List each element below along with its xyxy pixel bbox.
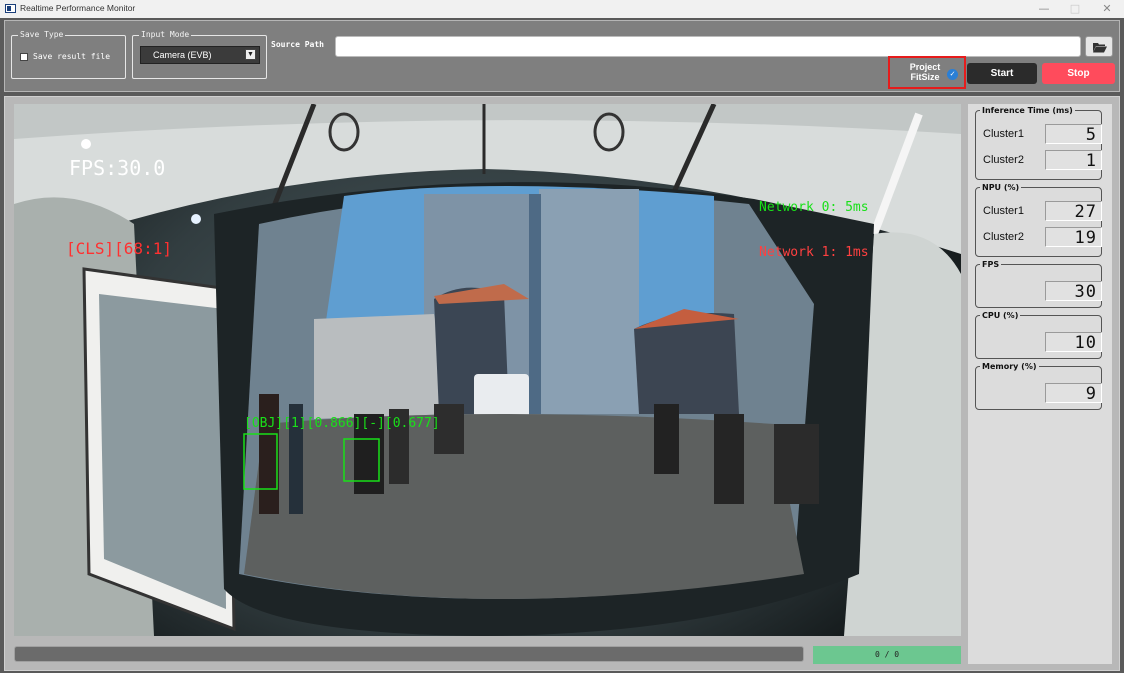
npu-cluster1-value: 27 [1045,201,1102,222]
start-button[interactable]: Start [967,63,1037,84]
npu-cluster1-label: Cluster1 [983,205,1024,217]
browse-folder-button[interactable] [1085,36,1113,57]
npu-cluster2-value: 19 [1045,227,1102,248]
npu-title: NPU (%) [980,182,1022,193]
save-result-label: Save result file [33,52,111,61]
input-mode-group: Input Mode Camera (EVB) ▼ [132,30,267,79]
progress-bar [14,646,804,662]
fitsize-label: Project FitSize [903,62,947,82]
main-window: Save Type Save result file Input Mode Ca… [0,18,1124,673]
save-type-title: Save Type [18,30,66,40]
detection-label: [OBJ][1][0.866][-][0.677] [244,416,440,431]
close-button[interactable]: ✕ [1090,0,1124,18]
inference-time-group: Inference Time (ms) Cluster1 5 Cluster2 … [975,105,1102,180]
cpu-title: CPU (%) [980,310,1021,321]
npu-cluster2-label: Cluster2 [983,231,1024,243]
memory-title: Memory (%) [980,361,1039,372]
folder-icon [1093,43,1107,53]
toolbar: Save Type Save result file Input Mode Ca… [4,20,1120,92]
fitsize-checkbox[interactable]: ✓ [947,69,958,80]
save-type-group: Save Type Save result file [11,30,126,79]
video-display: FPS:30.0 [CLS][68:1] Network 0: 5ms Netw… [14,104,961,636]
cpu-group: CPU (%) 10 [975,310,1102,359]
cpu-value: 10 [1045,332,1102,353]
input-mode-value: Camera (EVB) [153,50,212,60]
stop-button[interactable]: Stop [1042,63,1115,84]
input-mode-title: Input Mode [139,30,192,40]
fps-group: FPS 30 [975,259,1102,308]
input-mode-select[interactable]: Camera (EVB) ▼ [140,46,260,64]
camera-frame-image [14,104,961,636]
fps-value: 30 [1045,281,1102,302]
memory-value: 9 [1045,383,1102,404]
fitsize-label-line2: FitSize [910,72,940,82]
inference-cluster2-label: Cluster2 [983,154,1024,166]
frame-counter: 0 / 0 [813,646,961,664]
network1-overlay-text: Network 1: 1ms [759,245,869,260]
network0-overlay-text: Network 0: 5ms [759,200,869,215]
minimize-button[interactable]: — [1027,0,1061,18]
fps-title: FPS [980,259,1002,270]
inference-cluster1-label: Cluster1 [983,128,1024,140]
cls-overlay-text: [CLS][68:1] [66,239,172,258]
memory-group: Memory (%) 9 [975,361,1102,410]
npu-group: NPU (%) Cluster1 27 Cluster2 19 [975,182,1102,257]
chevron-down-icon: ▼ [245,49,256,60]
inference-cluster1-value: 5 [1045,124,1102,145]
source-path-label: Source Path [271,40,324,49]
metrics-panel: Inference Time (ms) Cluster1 5 Cluster2 … [968,104,1112,664]
inference-cluster2-value: 1 [1045,150,1102,171]
title-bar: Realtime Performance Monitor — □ ✕ [0,0,1124,18]
fitsize-label-line1: Project [909,62,941,72]
window-title: Realtime Performance Monitor [20,3,136,13]
maximize-button[interactable]: □ [1058,0,1092,18]
save-result-checkbox[interactable] [20,53,28,61]
source-path-input[interactable] [335,36,1081,57]
app-icon [5,4,16,13]
content-area: FPS:30.0 [CLS][68:1] Network 0: 5ms Netw… [4,96,1120,671]
fps-overlay-text: FPS:30.0 [69,156,166,180]
inference-time-title: Inference Time (ms) [980,105,1075,116]
